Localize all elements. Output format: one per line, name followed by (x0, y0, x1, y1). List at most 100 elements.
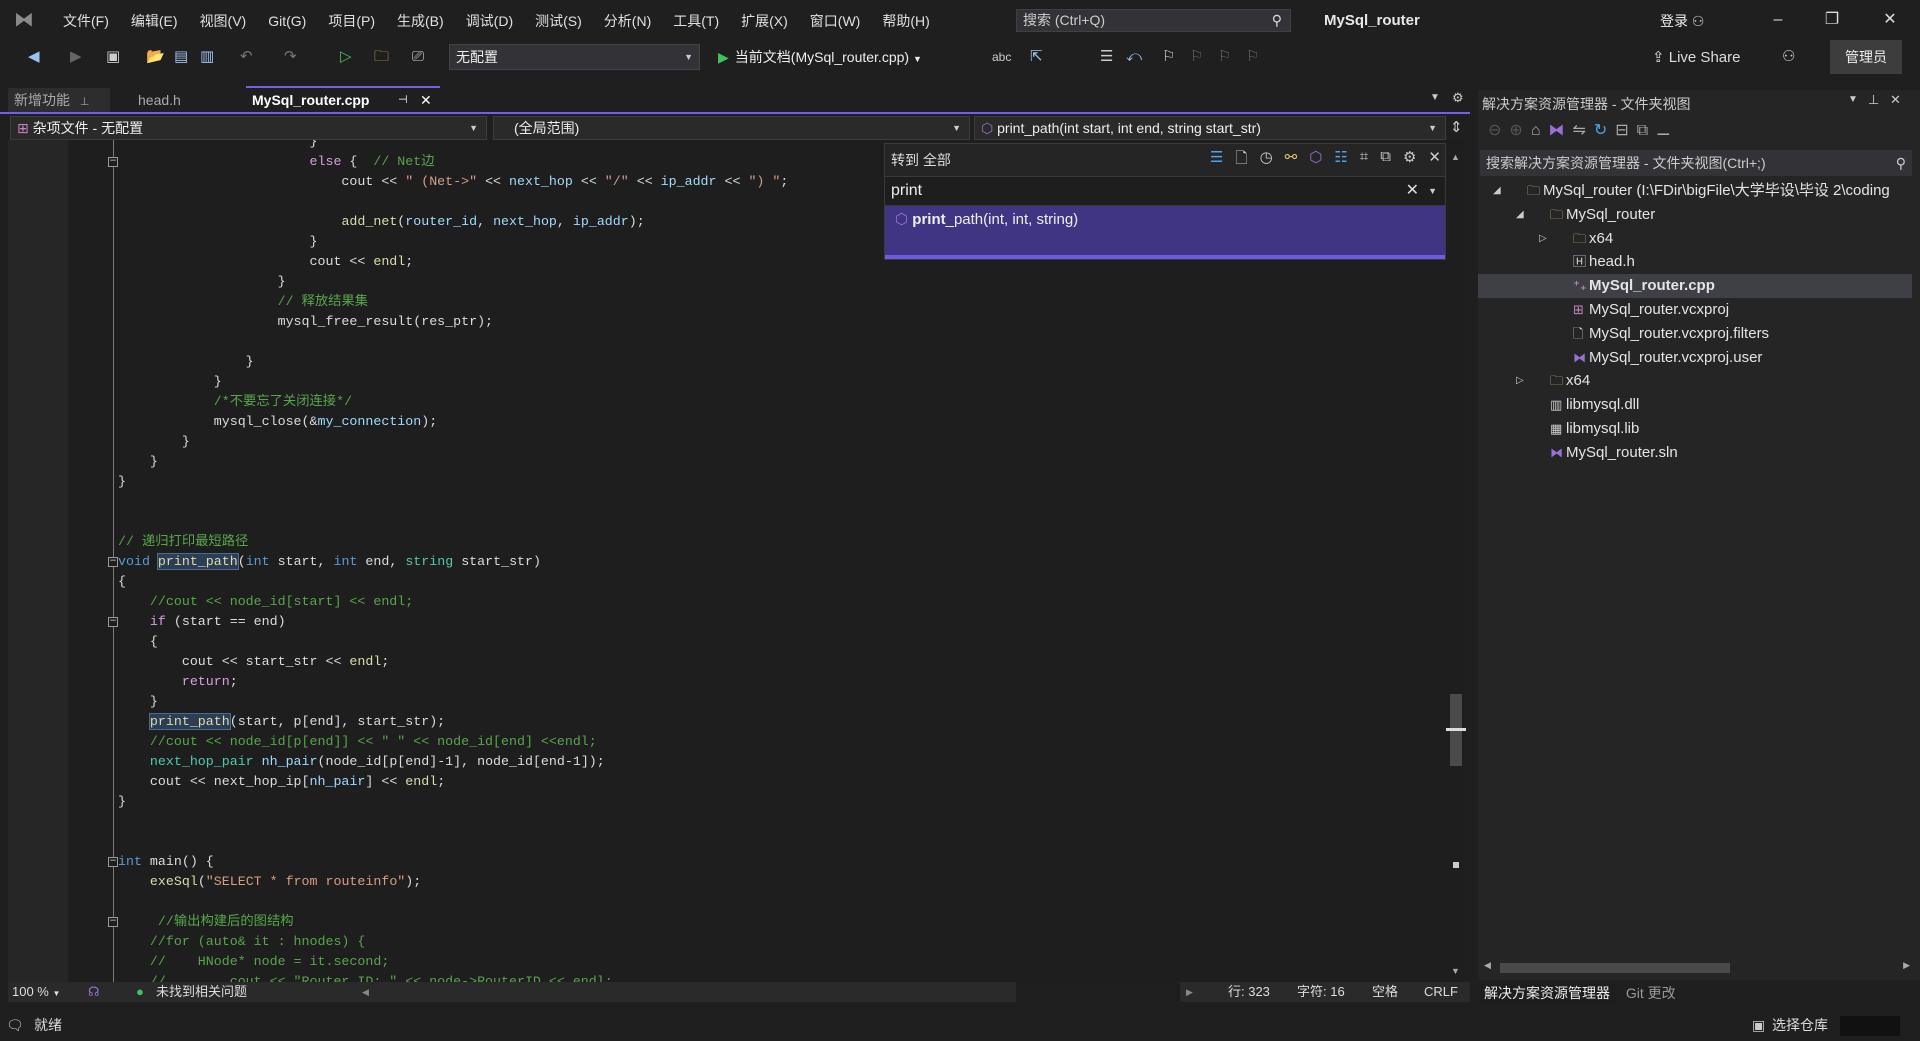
code-line[interactable]: 309 } (68, 272, 1446, 292)
pin-icon[interactable]: ⊥ (80, 96, 90, 108)
settings-icon[interactable]: ⚙ (1403, 148, 1416, 173)
forward-icon[interactable]: ▶ (70, 46, 82, 68)
code-line[interactable]: 330 } (68, 692, 1446, 712)
menu-item[interactable]: 文件(F) (52, 10, 120, 32)
code-line[interactable]: 315 /*不要忘了关闭连接*/ (68, 392, 1446, 412)
code-line[interactable]: 334 cout << next_hop_ip[nh_pair] << endl… (68, 772, 1446, 792)
goto-search-input[interactable]: print ✕ ▼ (885, 176, 1445, 206)
notification-icon[interactable]: 🗨 (6, 1010, 24, 1041)
solution-explorer-search[interactable]: 搜索解决方案资源管理器 - 文件夹视图(Ctrl+;) ⚲ (1480, 150, 1912, 176)
menu-item[interactable]: Git(G) (257, 10, 317, 32)
home-icon[interactable]: ⌂ (1531, 122, 1549, 139)
member-filter-icon[interactable]: ⬡ (1309, 148, 1322, 173)
scroll-right-icon[interactable]: ▶ (1186, 982, 1193, 1002)
collapsed-arrow-icon[interactable]: ▷ (1516, 369, 1524, 393)
bookmark-icon[interactable]: ⚐ (1162, 46, 1175, 68)
code-line[interactable]: 321 (68, 512, 1446, 532)
scroll-up-icon[interactable]: ▲ (1451, 152, 1460, 162)
code-line[interactable]: 313 } (68, 352, 1446, 372)
code-line[interactable]: 340 (68, 892, 1446, 912)
code-line[interactable]: 314 } (68, 372, 1446, 392)
undo-icon[interactable]: ↶ (240, 46, 253, 68)
switch-views-icon[interactable]: ⧓ (1548, 122, 1572, 139)
tab-mysql-router-cpp[interactable]: MySql_router.cpp ⊣ ✕ (246, 86, 440, 112)
file-filter-icon[interactable]: 🗋 (1236, 148, 1248, 173)
tree-item[interactable]: ⊞ MySql_router.vcxproj (1478, 298, 1912, 322)
code-line[interactable]: 332 //cout << node_id[p[end]] << " " << … (68, 732, 1446, 752)
line-number-status[interactable]: 行: 323 (1228, 982, 1270, 1002)
spellcheck-icon[interactable]: abc (992, 46, 1011, 68)
intellicode-icon[interactable]: ☊ (88, 982, 100, 1002)
refresh-icon[interactable]: ↻ (1594, 122, 1615, 139)
close-icon[interactable]: ✕ (1428, 148, 1441, 173)
code-line[interactable]: 311 mysql_free_result(res_ptr); (68, 312, 1446, 332)
tree-item[interactable]: ▷ 🗀 x64 (1478, 369, 1912, 393)
tab-solution-explorer[interactable]: 解决方案资源管理器 (1478, 982, 1616, 1004)
collapse-all-icon[interactable]: ⊟ (1615, 122, 1636, 139)
code-line[interactable]: 312 (68, 332, 1446, 352)
close-tab-icon[interactable]: ✕ (420, 88, 432, 112)
code-line[interactable]: 318 } (68, 452, 1446, 472)
cursor-icon[interactable]: ⇱ (1030, 46, 1043, 68)
editor-vertical-scrollbar[interactable]: ▲ ▼ (1446, 140, 1466, 982)
tree-item[interactable]: 🄷head.h (1478, 250, 1912, 274)
project-dropdown[interactable]: ⊞ 杂项文件 - 无配置 ▼ (10, 116, 487, 140)
scrollbar-thumb[interactable] (1500, 963, 1730, 973)
notifications-icon[interactable] (1840, 1016, 1900, 1036)
menu-item[interactable]: 调试(D) (455, 10, 524, 32)
publish-icon[interactable]: ⎚ (412, 46, 424, 68)
comment-icon[interactable]: ☰ (1100, 46, 1113, 68)
configuration-dropdown[interactable]: 无配置 ▼ (449, 44, 700, 70)
tree-item[interactable]: ⁺₊ MySql_router.cpp (1478, 274, 1912, 299)
code-line[interactable]: 339 exeSql("SELECT * from routeinfo"); (68, 872, 1446, 892)
collapse-icon[interactable]: − (108, 917, 118, 927)
code-line[interactable]: 327 { (68, 632, 1446, 652)
code-line[interactable]: 337 (68, 832, 1446, 852)
login-button[interactable]: 登录 ⚇ (1660, 10, 1704, 32)
find-in-files-icon[interactable]: 🗀 (374, 46, 389, 68)
solution-explorer-horizontal-scrollbar[interactable]: ◀ ▶ (1482, 960, 1914, 976)
code-line[interactable]: 338− int main() { (68, 852, 1446, 872)
collapse-icon[interactable]: − (108, 617, 118, 627)
properties-icon[interactable]: ⚊ (1656, 122, 1678, 139)
menu-item[interactable]: 分析(N) (593, 10, 662, 32)
settings-icon[interactable]: ⚙ (1452, 90, 1464, 106)
tree-item[interactable]: ▦ libmysql.lib (1478, 417, 1912, 441)
expanded-arrow-icon[interactable]: ◢ (1493, 179, 1501, 203)
run-button[interactable]: ▶ 当前文档(MySql_router.cpp) ▼ (718, 45, 922, 71)
menu-item[interactable]: 工具(T) (662, 10, 730, 32)
collapse-icon[interactable]: − (108, 557, 118, 567)
clear-icon[interactable]: ✕ (1406, 177, 1419, 205)
code-line[interactable]: 328 cout << start_str << endl; (68, 652, 1446, 672)
menu-item[interactable]: 视图(V) (189, 10, 258, 32)
code-editor[interactable]: 302 } 303 − else { // Net边 304 cout << " (N… (8, 140, 1446, 982)
code-line[interactable]: 323− void print_path(int start, int end, … (68, 552, 1446, 572)
goto-result-item[interactable]: ⬡ print_path(int, int, string) (885, 206, 1445, 259)
scroll-right-icon[interactable]: ▶ (1903, 960, 1910, 971)
menu-item[interactable]: 扩展(X) (730, 10, 799, 32)
copy-icon[interactable]: ⧉ (1380, 148, 1391, 173)
menu-item[interactable]: 编辑(E) (120, 10, 189, 32)
next-bookmark-icon[interactable]: ⚐ (1218, 46, 1231, 68)
expanded-arrow-icon[interactable]: ◢ (1516, 203, 1524, 227)
scroll-left-icon[interactable]: ◀ (362, 982, 369, 1002)
menu-item[interactable]: 窗口(W) (799, 10, 872, 32)
select-repository-button[interactable]: 选择仓库 (1772, 1010, 1828, 1041)
code-line[interactable]: 316 mysql_close(&my_connection); (68, 412, 1446, 432)
tab-whats-new[interactable]: 新增功能 ⊥ (8, 88, 110, 112)
current-document-icon[interactable]: ⌗ (1360, 148, 1368, 173)
issues-status[interactable]: 未找到相关问题 (156, 982, 247, 1002)
pin-icon[interactable]: ⊥ (1868, 92, 1879, 108)
tree-item[interactable]: ▷ 🗀 x64 (1478, 227, 1912, 251)
tree-item[interactable]: ◢ 🗀 MySql_router (1478, 203, 1912, 227)
redo-icon[interactable]: ↷ (284, 46, 297, 68)
tree-item[interactable]: 🗋 MySql_router.vcxproj.filters (1478, 322, 1912, 346)
char-number-status[interactable]: 字符: 16 (1297, 982, 1345, 1002)
recent-files-icon[interactable]: ◷ (1260, 148, 1273, 173)
tab-git-changes[interactable]: Git 更改 (1620, 982, 1682, 1004)
code-line[interactable]: 344 // cout << "Router ID: " << node->Ro… (68, 972, 1446, 982)
line-filter-icon[interactable]: ☰ (1210, 148, 1223, 173)
split-editor-icon[interactable]: ⇕ (1450, 118, 1463, 136)
code-line[interactable]: 331 print_path(start, p[end], start_str)… (68, 712, 1446, 732)
show-all-files-icon[interactable]: ⧉ (1637, 122, 1656, 139)
